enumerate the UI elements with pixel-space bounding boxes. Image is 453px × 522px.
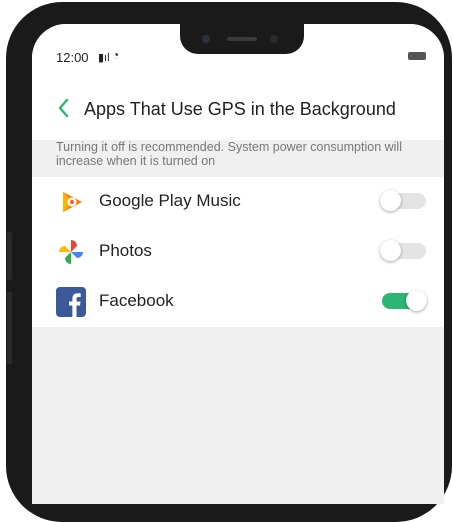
gps-toggle[interactable] bbox=[380, 240, 426, 261]
back-arrow-icon[interactable] bbox=[56, 97, 76, 121]
list-item-photos[interactable]: Photos bbox=[32, 227, 444, 277]
camera-notch bbox=[180, 24, 304, 54]
earpiece-speaker bbox=[227, 37, 257, 41]
recommendation-text: Turning it off is recommended. System po… bbox=[56, 140, 402, 168]
google-play-music-icon bbox=[56, 187, 86, 217]
signal-icon: ▮ıl bbox=[98, 52, 110, 64]
toggle-knob bbox=[406, 290, 427, 311]
app-name: Facebook bbox=[99, 291, 174, 310]
gps-toggle[interactable] bbox=[380, 190, 426, 211]
volume-button bbox=[7, 232, 12, 280]
battery-icon bbox=[408, 52, 426, 60]
wifi-icon: ◔ bbox=[112, 48, 120, 62]
app-name: Google Play Music bbox=[99, 191, 241, 210]
toggle-knob bbox=[380, 240, 401, 261]
page-header: Apps That Use GPS in the Background bbox=[32, 86, 444, 140]
front-camera-icon bbox=[202, 35, 210, 43]
page-title: Apps That Use GPS in the Background bbox=[84, 99, 396, 119]
app-name: Photos bbox=[99, 241, 152, 260]
list-item-google-play-music[interactable]: Google Play Music bbox=[32, 177, 444, 227]
photos-icon bbox=[56, 237, 86, 267]
gps-toggle[interactable] bbox=[382, 290, 427, 311]
screen: 12:00 ▮ıl ◔ Apps That Use GPS in the Bac… bbox=[32, 24, 444, 504]
power-button bbox=[7, 292, 12, 364]
sensor-icon bbox=[270, 35, 278, 43]
status-time: 12:00 bbox=[56, 50, 89, 65]
toggle-knob bbox=[380, 190, 401, 211]
phone-frame: 12:00 ▮ıl ◔ Apps That Use GPS in the Bac… bbox=[6, 2, 452, 522]
app-list: Google Play Music Photos Facebook bbox=[32, 177, 444, 327]
facebook-icon bbox=[56, 287, 86, 317]
list-item-facebook[interactable]: Facebook bbox=[32, 277, 444, 327]
